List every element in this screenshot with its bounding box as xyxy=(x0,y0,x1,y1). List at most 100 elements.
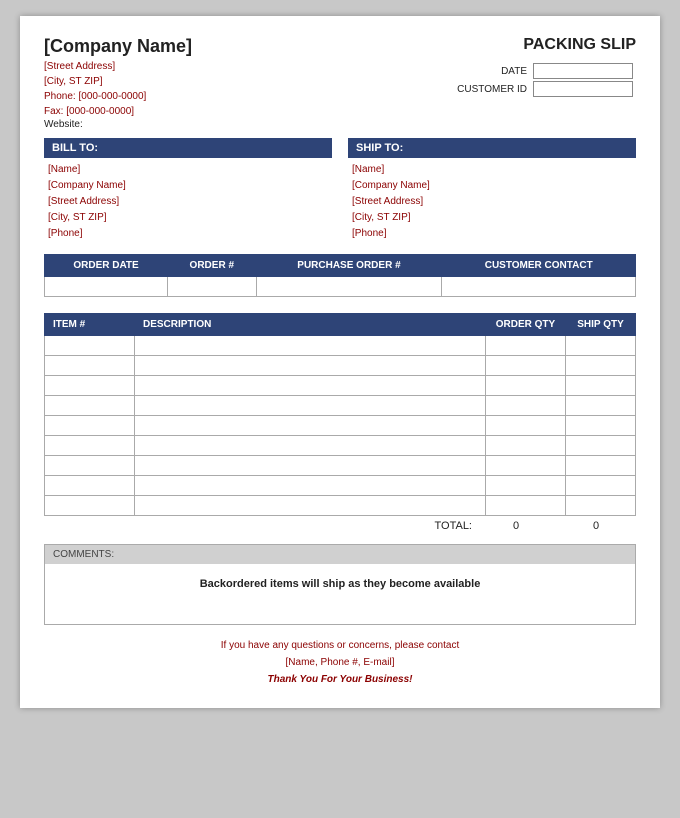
packing-slip-document: [Company Name] [Street Address] [City, S… xyxy=(20,16,660,708)
comments-body: Backordered items will ship as they beco… xyxy=(45,564,635,624)
item-cell-6-2 xyxy=(486,456,566,476)
ship-to-name: [Name] xyxy=(348,162,636,178)
ship-to-city: [City, ST ZIP] xyxy=(348,210,636,226)
po-num-cell xyxy=(256,277,442,297)
item-cell-3-3 xyxy=(566,396,636,416)
order-num-cell xyxy=(168,277,256,297)
thank-you: Thank You For Your Business! xyxy=(44,671,636,688)
city-state-zip: [City, ST ZIP] xyxy=(44,74,192,89)
item-cell-0-2 xyxy=(486,336,566,356)
customer-contact-cell xyxy=(442,277,636,297)
item-cell-2-2 xyxy=(486,376,566,396)
po-num-col-header: PURCHASE ORDER # xyxy=(256,255,442,277)
table-row xyxy=(45,496,636,516)
table-row xyxy=(45,336,636,356)
item-cell-6-3 xyxy=(566,456,636,476)
total-label: TOTAL: xyxy=(396,520,476,532)
table-row xyxy=(45,356,636,376)
customer-contact-col-header: CUSTOMER CONTACT xyxy=(442,255,636,277)
item-cell-3-1 xyxy=(135,396,486,416)
packing-slip-block: PACKING SLIP DATE CUSTOMER ID xyxy=(454,36,636,98)
totals-row: TOTAL: 0 0 xyxy=(44,520,636,532)
table-row xyxy=(45,456,636,476)
bill-to-company: [Company Name] xyxy=(44,178,332,194)
items-table: ITEM # DESCRIPTION ORDER QTY SHIP QTY xyxy=(44,313,636,516)
footer-line1: If you have any questions or concerns, p… xyxy=(44,637,636,654)
address-row: BILL TO: [Name] [Company Name] [Street A… xyxy=(44,138,636,242)
packing-slip-title: PACKING SLIP xyxy=(454,36,636,54)
item-cell-7-2 xyxy=(486,476,566,496)
ship-to-block: SHIP TO: [Name] [Company Name] [Street A… xyxy=(348,138,636,242)
order-info-row xyxy=(45,277,636,297)
company-info: [Company Name] [Street Address] [City, S… xyxy=(44,36,192,130)
ship-to-header: SHIP TO: xyxy=(348,138,636,158)
phone: Phone: [000-000-0000] xyxy=(44,89,192,104)
item-cell-6-0 xyxy=(45,456,135,476)
item-cell-1-2 xyxy=(486,356,566,376)
item-cell-6-1 xyxy=(135,456,486,476)
item-cell-7-3 xyxy=(566,476,636,496)
comments-section: COMMENTS: Backordered items will ship as… xyxy=(44,544,636,625)
item-cell-4-1 xyxy=(135,416,486,436)
date-customer-table: DATE CUSTOMER ID xyxy=(454,62,636,98)
footer-line2: [Name, Phone #, E-mail] xyxy=(44,654,636,671)
website-label: Website: xyxy=(44,119,192,130)
total-ship-qty: 0 xyxy=(556,520,636,532)
bill-to-header: BILL TO: xyxy=(44,138,332,158)
item-cell-1-0 xyxy=(45,356,135,376)
item-cell-8-1 xyxy=(135,496,486,516)
table-row xyxy=(45,396,636,416)
item-cell-4-2 xyxy=(486,416,566,436)
item-cell-7-0 xyxy=(45,476,135,496)
item-cell-0-1 xyxy=(135,336,486,356)
item-cell-8-0 xyxy=(45,496,135,516)
street-address: [Street Address] xyxy=(44,59,192,74)
customer-id-label: CUSTOMER ID xyxy=(454,80,530,98)
ship-to-company: [Company Name] xyxy=(348,178,636,194)
footer: If you have any questions or concerns, p… xyxy=(44,637,636,688)
item-cell-5-2 xyxy=(486,436,566,456)
order-date-cell xyxy=(45,277,168,297)
item-cell-1-3 xyxy=(566,356,636,376)
item-cell-4-0 xyxy=(45,416,135,436)
date-label: DATE xyxy=(454,62,530,80)
header-section: [Company Name] [Street Address] [City, S… xyxy=(44,36,636,130)
ship-to-phone: [Phone] xyxy=(348,226,636,242)
table-row xyxy=(45,376,636,396)
item-num-col-header: ITEM # xyxy=(45,314,135,336)
item-cell-3-2 xyxy=(486,396,566,416)
company-name: [Company Name] xyxy=(44,36,192,57)
order-info-table: ORDER DATE ORDER # PURCHASE ORDER # CUST… xyxy=(44,254,636,297)
bill-to-name: [Name] xyxy=(44,162,332,178)
table-row xyxy=(45,476,636,496)
fax: Fax: [000-000-0000] xyxy=(44,104,192,119)
description-col-header: DESCRIPTION xyxy=(135,314,486,336)
bill-to-phone: [Phone] xyxy=(44,226,332,242)
total-order-qty: 0 xyxy=(476,520,556,532)
table-row xyxy=(45,436,636,456)
bill-to-city: [City, ST ZIP] xyxy=(44,210,332,226)
item-cell-5-0 xyxy=(45,436,135,456)
order-num-col-header: ORDER # xyxy=(168,255,256,277)
order-qty-col-header: ORDER QTY xyxy=(486,314,566,336)
ship-to-address: [Street Address] xyxy=(348,194,636,210)
item-cell-0-3 xyxy=(566,336,636,356)
item-cell-1-1 xyxy=(135,356,486,376)
item-cell-8-2 xyxy=(486,496,566,516)
bill-to-address: [Street Address] xyxy=(44,194,332,210)
item-cell-2-3 xyxy=(566,376,636,396)
order-date-col-header: ORDER DATE xyxy=(45,255,168,277)
item-cell-8-3 xyxy=(566,496,636,516)
comments-header: COMMENTS: xyxy=(45,545,635,564)
date-input[interactable] xyxy=(533,63,633,79)
item-cell-0-0 xyxy=(45,336,135,356)
item-cell-3-0 xyxy=(45,396,135,416)
item-cell-5-1 xyxy=(135,436,486,456)
ship-qty-col-header: SHIP QTY xyxy=(566,314,636,336)
item-cell-4-3 xyxy=(566,416,636,436)
bill-to-block: BILL TO: [Name] [Company Name] [Street A… xyxy=(44,138,332,242)
customer-id-input[interactable] xyxy=(533,81,633,97)
table-row xyxy=(45,416,636,436)
item-cell-5-3 xyxy=(566,436,636,456)
item-cell-2-1 xyxy=(135,376,486,396)
